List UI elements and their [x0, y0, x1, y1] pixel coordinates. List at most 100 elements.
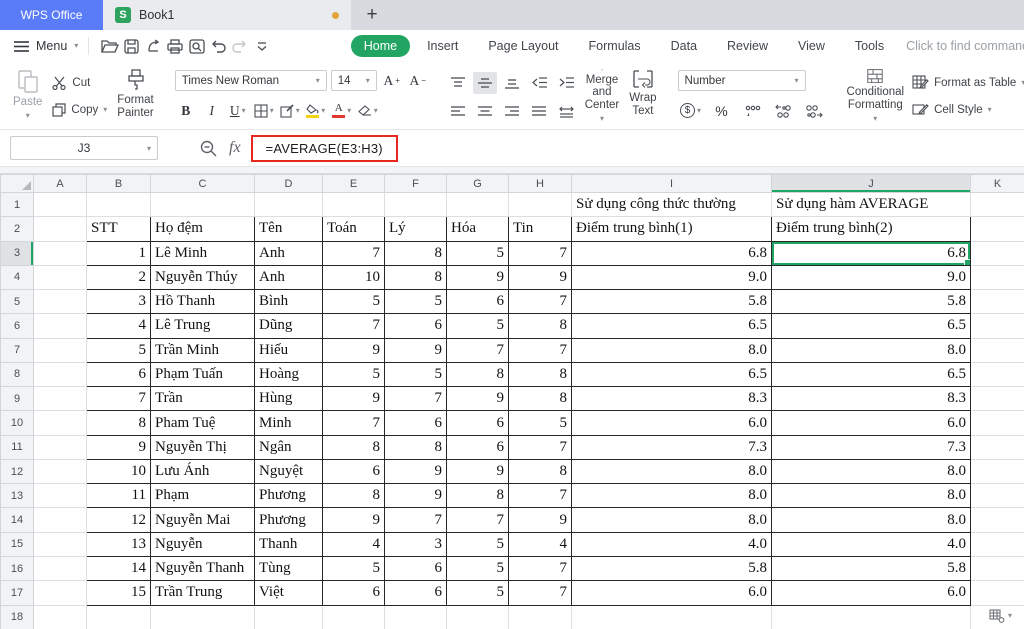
cut-button[interactable]: Cut — [49, 75, 110, 91]
col-header-E[interactable]: E — [322, 174, 385, 193]
cell-D16[interactable]: Tùng — [254, 555, 323, 582]
cell-I4[interactable]: 9.0 — [571, 264, 772, 291]
cell-H18[interactable] — [508, 604, 572, 629]
cell-F5[interactable]: 5 — [384, 289, 447, 315]
cell-F4[interactable]: 8 — [384, 264, 447, 291]
cell-A17[interactable] — [33, 580, 87, 606]
increase-indent-button[interactable] — [554, 72, 578, 94]
comma-format-button[interactable] — [742, 100, 764, 121]
cell-C9[interactable]: Trần — [150, 386, 255, 412]
cell-C6[interactable]: Lê Trung — [150, 313, 255, 339]
clear-format-button[interactable]: ▾ — [357, 100, 379, 121]
cell-J5[interactable]: 5.8 — [771, 289, 971, 315]
zoom-out-button[interactable] — [200, 140, 217, 157]
row-header-16[interactable]: 16 — [0, 555, 34, 582]
cell-E15[interactable]: 4 — [322, 531, 385, 557]
cell-A10[interactable] — [33, 410, 87, 436]
cell-C16[interactable]: Nguyễn Thanh — [150, 555, 255, 582]
cell-D14[interactable]: Phương — [254, 507, 323, 533]
cell-G7[interactable]: 7 — [446, 337, 509, 363]
cell-J15[interactable]: 4.0 — [771, 531, 971, 557]
tab-formulas[interactable]: Formulas — [576, 35, 654, 57]
cell-G10[interactable]: 6 — [446, 410, 509, 436]
wps-office-tab[interactable]: WPS Office — [0, 0, 103, 30]
cell-B8[interactable]: 6 — [86, 361, 151, 388]
cell-D7[interactable]: Hiếu — [254, 337, 323, 363]
cell-F9[interactable]: 7 — [384, 386, 447, 412]
cell-G8[interactable]: 8 — [446, 361, 509, 388]
cell-C18[interactable] — [150, 604, 255, 629]
merge-and-center-button[interactable]: Merge and Center ▾ — [580, 65, 625, 127]
cell-J1[interactable]: Sử dụng hàm AVERAGE — [771, 191, 971, 218]
cell-I15[interactable]: 4.0 — [571, 531, 772, 557]
align-bottom-button[interactable] — [500, 72, 524, 94]
cell-G15[interactable]: 5 — [446, 531, 509, 557]
cell-K3[interactable] — [970, 240, 1024, 266]
col-header-I[interactable]: I — [571, 174, 772, 193]
cell-J13[interactable]: 8.0 — [771, 483, 971, 509]
cell-A14[interactable] — [33, 507, 87, 533]
row-header-10[interactable]: 10 — [0, 410, 34, 436]
document-tab[interactable]: S Book1 — [103, 0, 351, 30]
cell-A4[interactable] — [33, 264, 87, 291]
cell-J3[interactable]: 6.8 — [771, 240, 971, 266]
cell-A9[interactable] — [33, 386, 87, 412]
tab-tools[interactable]: Tools — [842, 35, 897, 57]
cell-A16[interactable] — [33, 555, 87, 582]
cell-J2[interactable]: Điểm trung bình(2) — [771, 216, 971, 242]
fill-color-button[interactable]: ▾ — [305, 100, 327, 121]
row-header-2[interactable]: 2 — [0, 216, 34, 242]
row-header-8[interactable]: 8 — [0, 361, 34, 388]
cell-A7[interactable] — [33, 337, 87, 363]
cell-D11[interactable]: Ngân — [254, 434, 323, 460]
cell-B4[interactable]: 2 — [86, 264, 151, 291]
cell-E6[interactable]: 7 — [322, 313, 385, 339]
cell-E14[interactable]: 9 — [322, 507, 385, 533]
export-button[interactable] — [143, 35, 165, 57]
cell-A6[interactable] — [33, 313, 87, 339]
currency-format-button[interactable]: $ ▾ — [680, 100, 702, 121]
cell-F6[interactable]: 6 — [384, 313, 447, 339]
cell-B2[interactable]: STT — [86, 216, 151, 242]
cell-E4[interactable]: 10 — [322, 264, 385, 291]
cell-E16[interactable]: 5 — [322, 555, 385, 582]
cell-B17[interactable]: 15 — [86, 580, 151, 606]
row-header-12[interactable]: 12 — [0, 458, 34, 485]
cell-B11[interactable]: 9 — [86, 434, 151, 460]
cell-G18[interactable] — [446, 604, 509, 629]
align-top-button[interactable] — [446, 72, 470, 94]
cell-H14[interactable]: 9 — [508, 507, 572, 533]
cell-H15[interactable]: 4 — [508, 531, 572, 557]
tab-home[interactable]: Home — [350, 35, 411, 57]
cell-I17[interactable]: 6.0 — [571, 580, 772, 606]
tab-review[interactable]: Review — [714, 35, 781, 57]
cell-K11[interactable] — [970, 434, 1024, 460]
cell-J11[interactable]: 7.3 — [771, 434, 971, 460]
cell-A8[interactable] — [33, 361, 87, 388]
cell-K5[interactable] — [970, 289, 1024, 315]
cell-D8[interactable]: Hoàng — [254, 361, 323, 388]
cell-J17[interactable]: 6.0 — [771, 580, 971, 606]
font-size-select[interactable]: 14 ▾ — [330, 70, 377, 91]
cell-E2[interactable]: Toán — [322, 216, 385, 242]
borders-button[interactable]: ▾ — [253, 100, 275, 121]
cell-E10[interactable]: 7 — [322, 410, 385, 436]
cell-F7[interactable]: 9 — [384, 337, 447, 363]
cell-A13[interactable] — [33, 483, 87, 509]
cell-I5[interactable]: 5.8 — [571, 289, 772, 315]
cell-A18[interactable] — [33, 604, 87, 629]
tab-insert[interactable]: Insert — [414, 35, 471, 57]
decrease-indent-button[interactable] — [527, 72, 551, 94]
cell-D18[interactable] — [254, 604, 323, 629]
cell-E1[interactable] — [322, 191, 385, 218]
cell-C8[interactable]: Phạm Tuấn — [150, 361, 255, 388]
cell-B6[interactable]: 4 — [86, 313, 151, 339]
col-header-F[interactable]: F — [384, 174, 447, 193]
bold-button[interactable]: B — [175, 100, 197, 121]
cell-F10[interactable]: 6 — [384, 410, 447, 436]
cell-J10[interactable]: 6.0 — [771, 410, 971, 436]
tab-page-layout[interactable]: Page Layout — [475, 35, 571, 57]
cell-D4[interactable]: Anh — [254, 264, 323, 291]
cell-D2[interactable]: Tên — [254, 216, 323, 242]
cell-K1[interactable] — [970, 191, 1024, 218]
